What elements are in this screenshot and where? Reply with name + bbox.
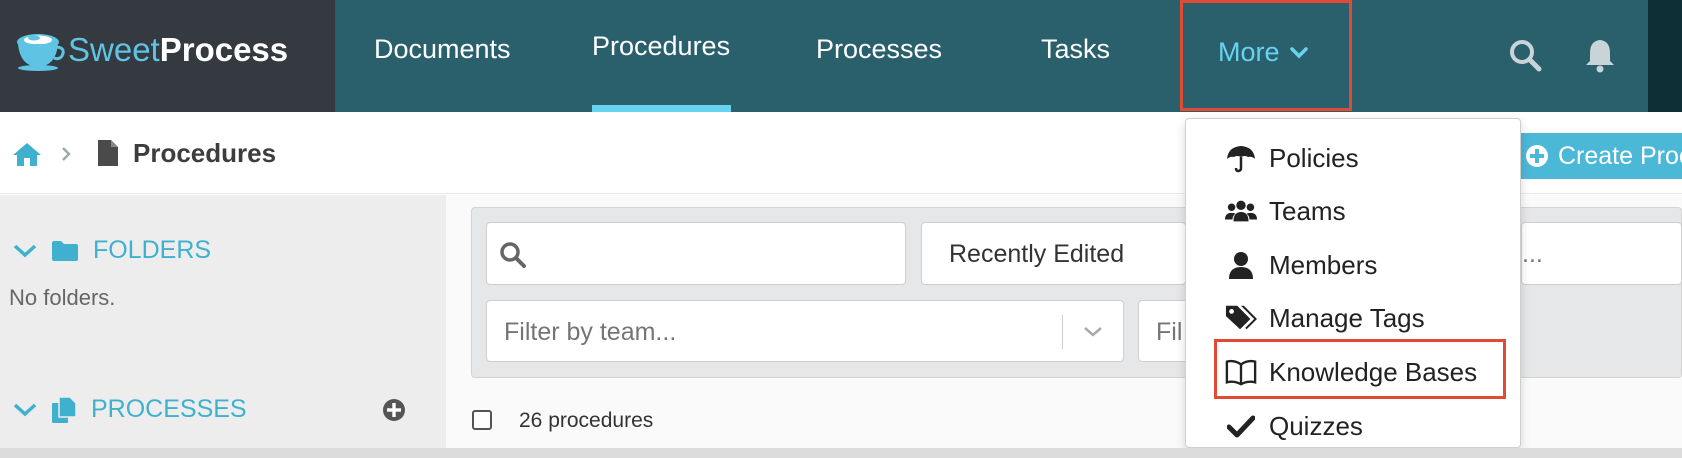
sort-select-value: Recently Edited (949, 240, 1125, 268)
tags-icon (1225, 302, 1257, 334)
menu-item-policies[interactable]: Policies (1225, 142, 1359, 174)
menu-item-label: Quizzes (1269, 410, 1363, 441)
chevron-down-icon (13, 403, 37, 417)
chevron-down-icon (13, 244, 37, 258)
plus-circle-icon (1525, 144, 1549, 168)
processes-heading: PROCESSES (91, 395, 247, 423)
nav-right-edge (1648, 0, 1682, 112)
menu-item-label: Members (1269, 249, 1378, 280)
select-all-checkbox[interactable] (472, 410, 492, 430)
sort-select[interactable]: Recently Edited (921, 222, 1186, 285)
user-icon (1225, 249, 1257, 281)
menu-item-members[interactable]: Members (1225, 249, 1377, 281)
bell-icon[interactable] (1584, 37, 1616, 73)
team-filter-select[interactable]: Filter by team... (486, 300, 1124, 362)
copy-icon (51, 395, 77, 424)
nav-procedures[interactable]: Procedures (592, 31, 730, 62)
third-filter-select[interactable]: ... (1521, 222, 1682, 285)
menu-item-label: Teams (1269, 195, 1346, 226)
menu-item-quizzes[interactable]: Quizzes (1225, 410, 1363, 442)
create-procedure-label: Create Proc (1558, 141, 1682, 170)
add-process-icon[interactable] (382, 398, 406, 422)
menu-item-label: Policies (1269, 142, 1359, 173)
menu-item-label: Knowledge Bases (1269, 356, 1478, 387)
menu-item-manage-tags[interactable]: Manage Tags (1225, 302, 1425, 334)
third-filter-text: ... (1522, 240, 1543, 268)
coffee-cup-logo-icon (14, 28, 66, 72)
folder-icon (51, 240, 79, 262)
nav-documents[interactable]: Documents (374, 34, 511, 65)
no-folders-text: No folders. (9, 285, 116, 310)
chevron-down-icon[interactable] (1083, 326, 1103, 338)
processes-toggle[interactable]: PROCESSES (13, 395, 247, 424)
brand-logo[interactable]: Sweet Process (14, 28, 288, 72)
nav-processes[interactable]: Processes (816, 34, 942, 65)
chevron-right-icon (61, 146, 71, 162)
menu-item-label: Manage Tags (1269, 302, 1425, 333)
umbrella-icon (1225, 142, 1257, 174)
search-icon (499, 241, 527, 269)
second-filter-placeholder: Fil (1156, 318, 1183, 346)
folders-toggle[interactable]: FOLDERS (13, 236, 211, 265)
menu-item-knowledge-bases[interactable]: Knowledge Bases (1225, 356, 1477, 388)
file-icon (97, 139, 119, 167)
brand-name-part1: Sweet (68, 31, 160, 68)
create-procedure-button[interactable]: Create Proc (1515, 133, 1682, 179)
search-icon[interactable] (1508, 38, 1542, 72)
book-open-icon (1225, 356, 1257, 388)
folders-heading: FOLDERS (93, 236, 212, 264)
nav-tasks[interactable]: Tasks (1041, 34, 1110, 65)
home-icon[interactable] (11, 140, 43, 168)
menu-item-teams[interactable]: Teams (1225, 195, 1346, 227)
more-highlight-box (1180, 0, 1352, 111)
top-nav (335, 0, 1648, 112)
check-icon (1225, 410, 1257, 442)
users-icon (1225, 195, 1257, 227)
brand-name-part2: Process (159, 31, 289, 68)
nav-active-indicator (592, 105, 731, 112)
team-filter-placeholder: Filter by team... (504, 318, 677, 346)
page-title: Procedures (133, 138, 277, 168)
window-bottom-edge (0, 448, 1682, 458)
search-input[interactable] (486, 222, 906, 285)
select-divider (1062, 315, 1063, 349)
procedure-count: 26 procedures (519, 409, 654, 432)
